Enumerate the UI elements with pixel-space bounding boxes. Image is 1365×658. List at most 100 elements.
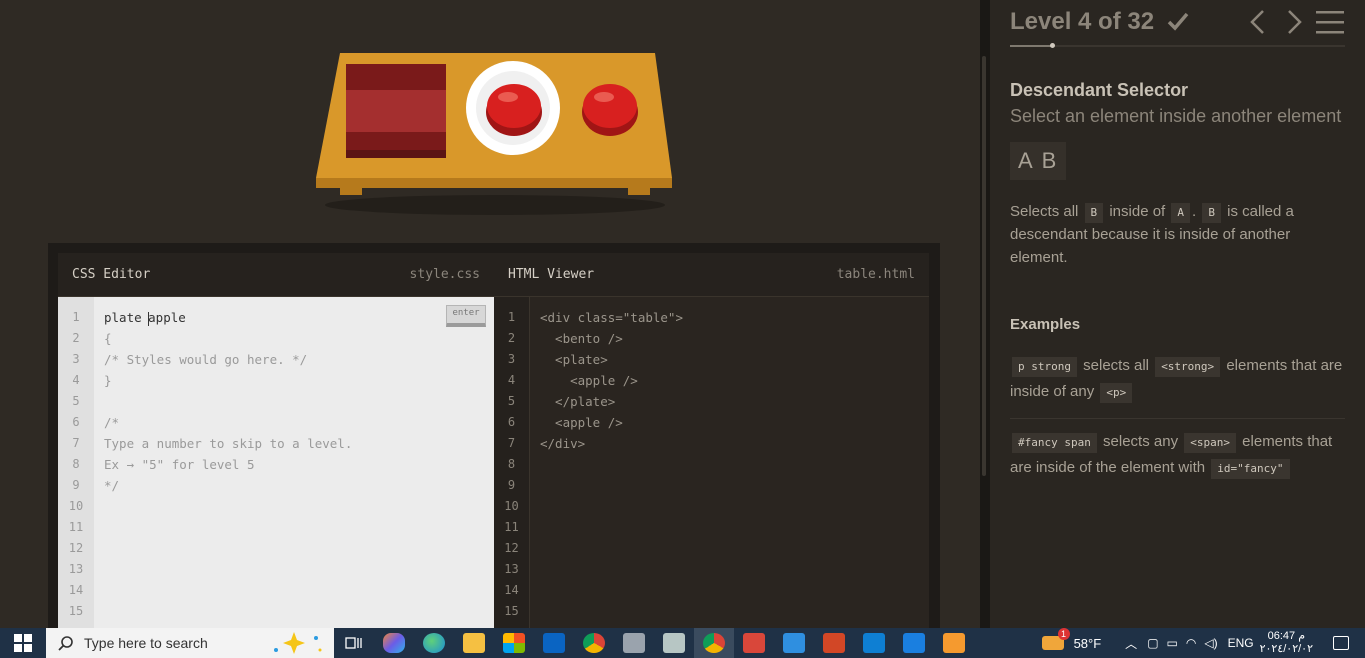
line-number: 12 <box>504 541 519 555</box>
markup-line[interactable]: </plate> <box>540 391 919 412</box>
example-tag: <p> <box>1100 383 1133 403</box>
css-editor-body[interactable]: 1 2 3 4 5 6 7 8 9 10 11 12 13 14 15 plate apple { /* S… <box>58 297 494 628</box>
plate[interactable] <box>466 61 560 155</box>
tools-app-icon[interactable] <box>734 628 774 658</box>
hint-text: inside of <box>1109 203 1166 220</box>
examples-heading: Examples <box>1010 316 1081 333</box>
css-selector-input[interactable]: plate apple <box>104 307 484 328</box>
taskbar-search-input[interactable]: Type here to search <box>46 628 334 658</box>
notes-app-icon[interactable] <box>654 628 694 658</box>
line-number: 8 <box>72 457 80 471</box>
code-line: /* Styles would go here. */ <box>104 352 308 367</box>
clock-date: ٢٠٢٤/٠٢/٠٢ <box>1259 643 1313 655</box>
code-line: Ex → "5" for level 5 <box>104 457 255 472</box>
markup-line[interactable]: <bento /> <box>540 328 919 349</box>
photos-app-icon[interactable] <box>774 628 814 658</box>
line-number: 6 <box>72 415 80 429</box>
hamburger-menu-icon[interactable] <box>1316 10 1344 34</box>
bento-box[interactable] <box>346 64 446 158</box>
line-number: 6 <box>507 415 516 429</box>
css-editor-header: CSS Editor style.css <box>58 253 494 297</box>
line-number: 13 <box>68 562 84 576</box>
wifi-icon[interactable]: ◠ <box>1186 636 1196 650</box>
powerpoint-icon[interactable] <box>814 628 854 658</box>
html-line-numbers: 1 2 3 4 5 6 7 8 9 10 11 12 13 14 15 <box>494 297 530 628</box>
check-icon <box>1167 12 1189 31</box>
line-number: 4 <box>72 373 80 387</box>
line-number: 9 <box>72 478 80 492</box>
css-editor-title: CSS Editor <box>72 267 151 282</box>
outlook-icon[interactable] <box>534 628 574 658</box>
hint-tag: A <box>1171 203 1191 223</box>
language-indicator[interactable]: ENG <box>1228 636 1254 650</box>
line-number: 15 <box>68 604 84 618</box>
hint-text: Selects all <box>1010 203 1079 220</box>
line-number: 5 <box>72 394 80 408</box>
tray-app-icon[interactable]: ▢ <box>1147 636 1158 650</box>
hint-tag: B <box>1084 203 1104 223</box>
html-viewer: HTML Viewer table.html 1 2 3 4 5 6 7 8 9 10 11 12 13… <box>494 253 929 628</box>
chevron-right-icon[interactable] <box>1282 8 1306 36</box>
progress-fill <box>1010 45 1052 47</box>
apple[interactable] <box>582 84 638 136</box>
markup-line[interactable]: <div class="table"> <box>540 307 919 328</box>
chevron-up-icon[interactable]: ︿ <box>1125 635 1137 652</box>
table-scene <box>316 53 672 215</box>
copilot-sparkle-icon <box>274 632 322 654</box>
example-item: #fancy span selects any <span> elements … <box>1010 429 1345 481</box>
html-viewer-body: 1 2 3 4 5 6 7 8 9 10 11 12 13 14 15 <div class="table"… <box>494 297 929 628</box>
weather-icon[interactable]: 1 <box>1041 628 1070 650</box>
battery-icon[interactable]: ▭ <box>1167 636 1178 650</box>
line-number: 12 <box>68 541 84 555</box>
hint-tag: B <box>1202 203 1221 223</box>
search-placeholder: Type here to search <box>84 635 208 651</box>
weather-temp[interactable]: 58°F <box>1074 636 1102 651</box>
html-code: <div class="table"> <bento /> <plate> <a… <box>540 307 919 454</box>
example-text: selects any <box>1103 433 1179 450</box>
line-number: 13 <box>504 562 519 576</box>
windows-start-icon[interactable] <box>0 628 46 658</box>
example-divider <box>1010 418 1345 419</box>
volume-icon[interactable]: ◁) <box>1204 636 1217 650</box>
example-text: selects all <box>1083 357 1150 374</box>
app-window: CSS Editor style.css 1 2 3 4 5 6 7 8 9 10 11 12 13 14… <box>0 0 1365 658</box>
markup-line[interactable]: <plate> <box>540 349 919 370</box>
clock-time: 06:47 م <box>1267 630 1305 642</box>
chrome-browser-icon[interactable] <box>574 628 614 658</box>
line-number: 15 <box>504 604 519 618</box>
markup-line[interactable]: </div> <box>540 433 919 454</box>
media-player-icon[interactable] <box>894 628 934 658</box>
notification-icon[interactable] <box>1333 636 1349 650</box>
chevron-left-icon[interactable] <box>1246 8 1270 36</box>
app-icon[interactable] <box>614 628 654 658</box>
edge-browser-icon[interactable] <box>414 628 454 658</box>
vscode-icon[interactable] <box>854 628 894 658</box>
code-line: */ <box>104 478 120 493</box>
line-number: 14 <box>504 583 519 597</box>
office-app-icon[interactable] <box>934 628 974 658</box>
clock[interactable]: 06:47 م ٢٠٢٤/٠٢/٠٢ <box>1260 630 1313 656</box>
css-editor: CSS Editor style.css 1 2 3 4 5 6 7 8 9 10 11 12 13 14… <box>58 253 494 628</box>
example-tag: id="fancy" <box>1211 459 1290 479</box>
copilot-app-icon[interactable] <box>374 628 414 658</box>
line-number: 14 <box>68 583 84 597</box>
scrollbar-thumb[interactable] <box>982 56 986 476</box>
system-tray: 1 58°F ︿ ▢ ▭ ◠ ◁) ENG 06:47 م ٢٠٢٤/٠٢/٠٢ <box>1041 628 1365 658</box>
example-code: p strong <box>1012 357 1077 377</box>
chrome-profile-icon[interactable] <box>694 628 734 658</box>
microsoft-store-icon[interactable] <box>494 628 534 658</box>
example-tag: <strong> <box>1155 357 1221 377</box>
line-number: 1 <box>72 310 80 324</box>
code-line: /* <box>104 415 120 430</box>
markup-line[interactable]: <apple /> <box>540 412 919 433</box>
enter-button[interactable]: enter <box>446 305 486 327</box>
task-view-icon[interactable] <box>334 628 374 658</box>
input-text: plate <box>104 310 150 325</box>
apple-on-plate[interactable] <box>486 84 542 136</box>
file-explorer-icon[interactable] <box>454 628 494 658</box>
css-code: plate apple { /* Styles would go here. *… <box>104 307 484 496</box>
css-line-numbers: 1 2 3 4 5 6 7 8 9 10 11 12 13 14 15 <box>58 297 94 628</box>
markup-line[interactable]: <apple /> <box>540 370 919 391</box>
selector-title: Select an element inside another element <box>1010 106 1342 126</box>
line-number: 11 <box>68 520 84 534</box>
